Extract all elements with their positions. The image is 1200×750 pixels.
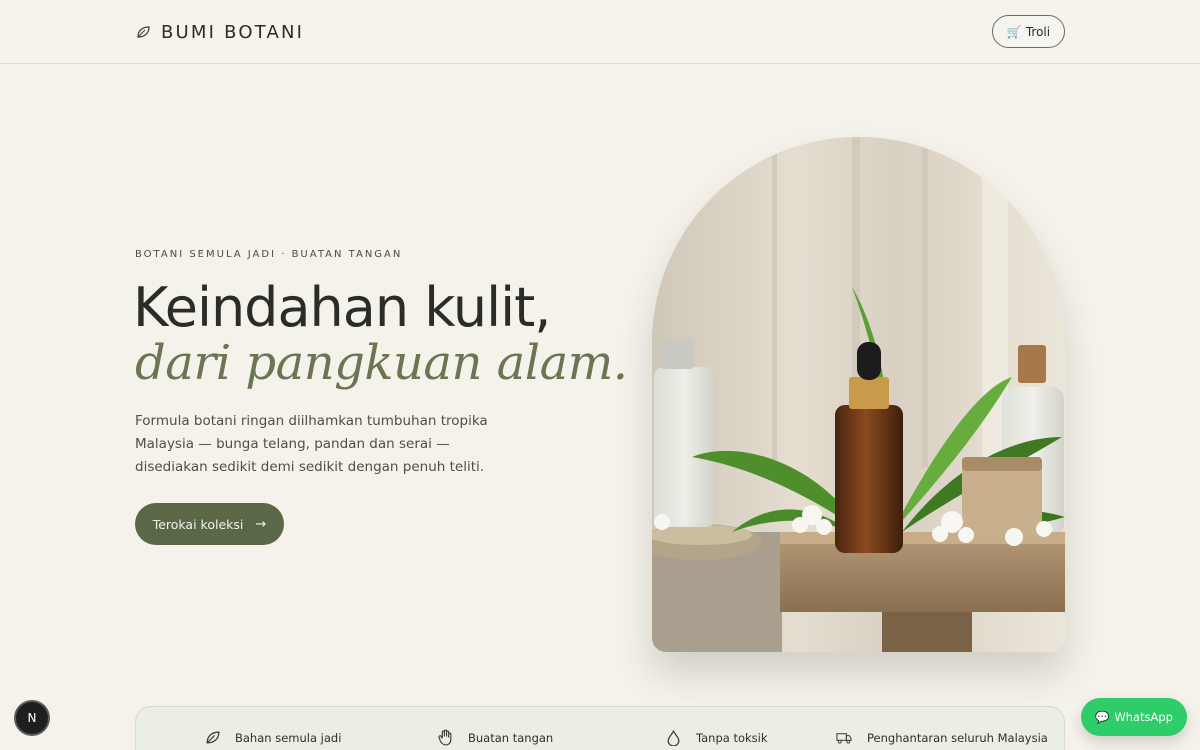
feature-label: Penghantaran seluruh Malaysia (867, 730, 1048, 745)
feature-item: Penghantaran seluruh Malaysia (836, 729, 1048, 746)
feature-label: Buatan tangan (468, 730, 554, 745)
hero-description-line: disediakan sedikit demi sedikit dengan p… (135, 459, 485, 475)
hero-description-line: Malaysia — bunga telang, pandan dan sera… (135, 436, 450, 452)
feature-label: Tanpa toksik (696, 730, 768, 745)
brand-logo[interactable]: BUMI BOTANI (135, 18, 304, 46)
hand-icon (438, 729, 452, 746)
cart-icon: 🛒 (1006, 24, 1022, 39)
leaf-icon (206, 731, 220, 744)
site-header: BUMI BOTANI 🛒 Troli (0, 0, 1200, 64)
feature-label: Bahan semula jadi (235, 730, 342, 745)
droplet-icon (667, 729, 680, 746)
dev-tools-badge[interactable]: N (16, 702, 48, 734)
leaf-icon (135, 24, 151, 40)
cart-label: Troli (1025, 24, 1051, 39)
brand-name: BUMI BOTANI (161, 21, 305, 43)
hero-headline: Keindahan kulit, (133, 276, 551, 339)
hero-product-image (652, 137, 1065, 652)
cart-button[interactable]: 🛒 Troli (992, 15, 1065, 48)
explore-collection-button[interactable]: Terokai koleksi → (135, 503, 284, 545)
feature-item: Bahan semula jadi (204, 729, 341, 746)
arrow-right-icon: → (255, 516, 267, 532)
hero-headline-italic: dari pangkuan alam. (135, 335, 628, 391)
truck-icon (836, 733, 852, 744)
feature-item: Buatan tangan (437, 729, 553, 746)
cta-label: Terokai koleksi (152, 516, 244, 532)
hero-description-line: Formula botani ringan diilhamkan tumbuha… (135, 413, 488, 429)
chat-bubble-icon: 💬 (1094, 710, 1110, 724)
feature-item: Tanpa toksik (665, 729, 768, 746)
whatsapp-label: WhatsApp (1114, 710, 1173, 724)
whatsapp-button[interactable]: 💬 WhatsApp (1081, 698, 1187, 736)
features-strip: Bahan semula jadi Buatan tangan Tanpa to… (135, 706, 1065, 750)
hero-description: Formula botani ringan diilhamkan tumbuha… (135, 410, 495, 479)
hero-eyebrow: BOTANI SEMULA JADI · BUATAN TANGAN (135, 249, 403, 260)
